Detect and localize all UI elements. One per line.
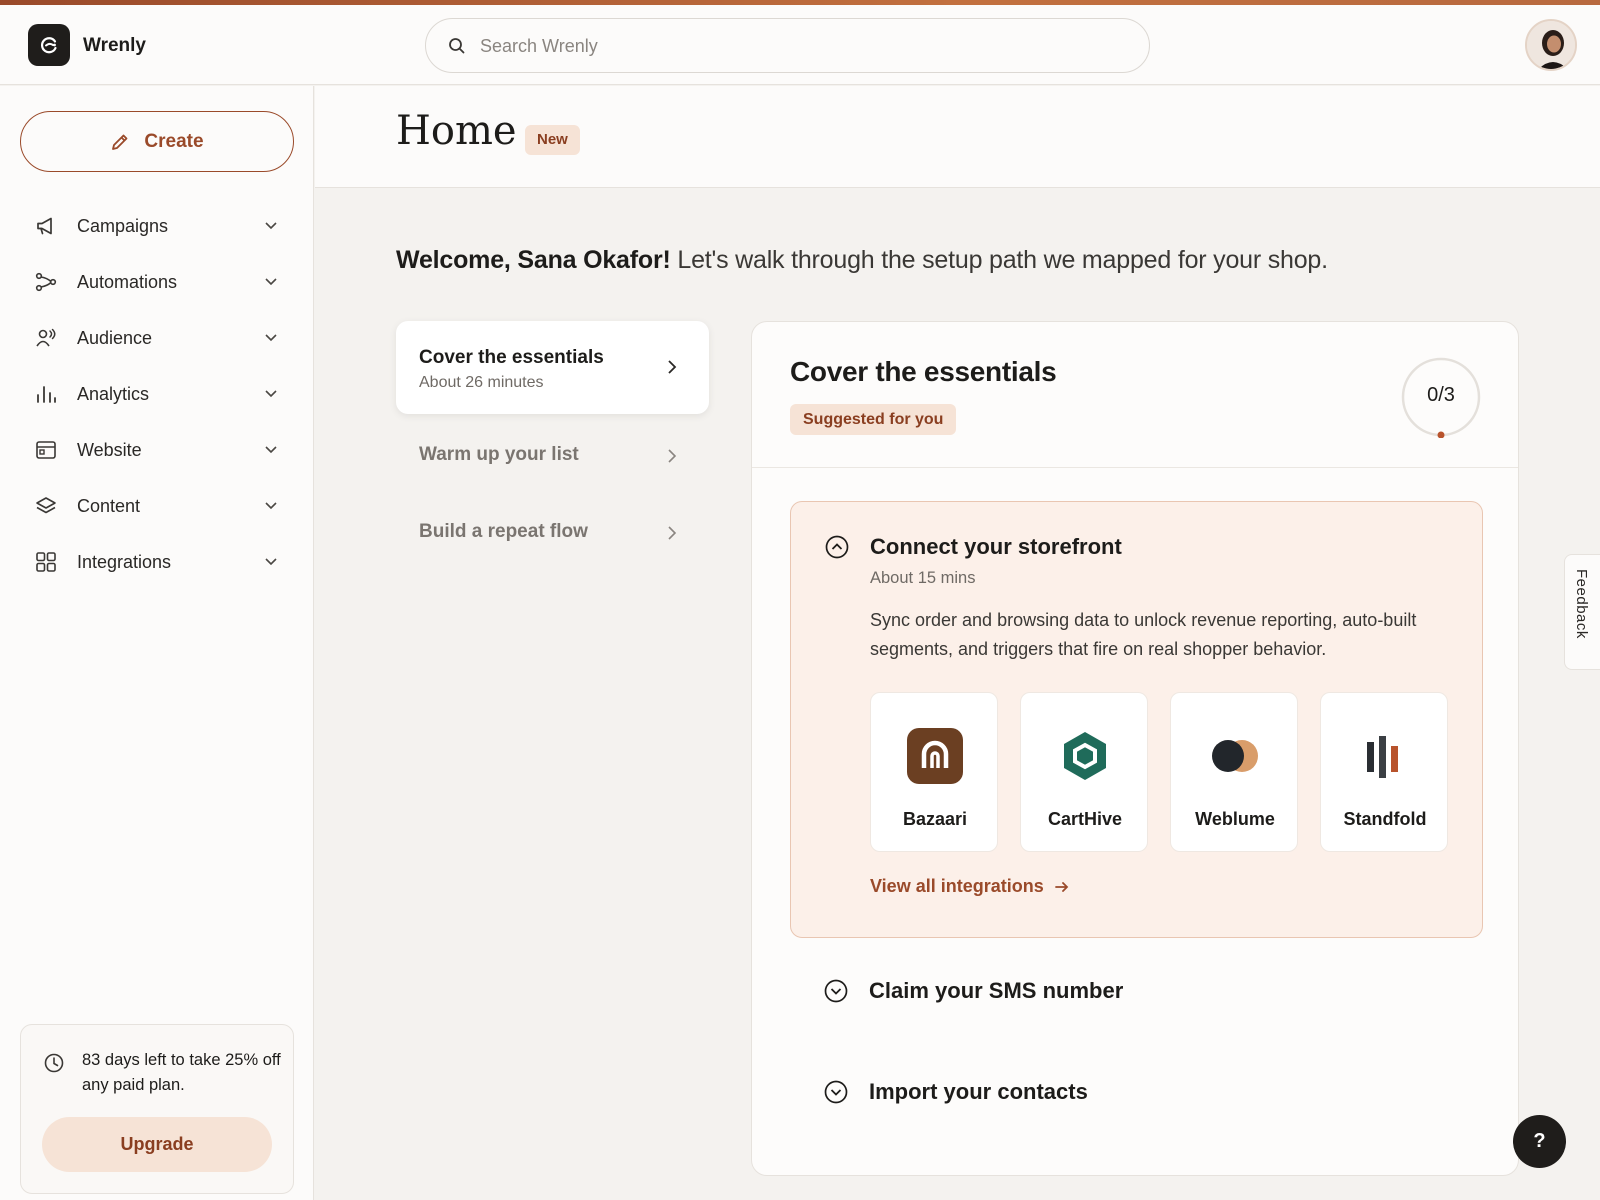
integration-tiles: Bazaari CartHive Weblume Standfold bbox=[870, 692, 1450, 854]
step-title: Build a repeat flow bbox=[419, 521, 588, 542]
grid-icon bbox=[36, 552, 56, 572]
chevron-right-icon bbox=[668, 449, 677, 463]
sidebar-item-label: Website bbox=[77, 440, 142, 460]
view-all-integrations-link[interactable]: View all integrations bbox=[870, 876, 1070, 897]
logo-mark-icon bbox=[40, 37, 57, 54]
task-claim-sms[interactable]: Claim your SMS number bbox=[790, 962, 1483, 1022]
chevron-up-circle-icon[interactable] bbox=[825, 535, 849, 559]
chevron-down-circle-icon bbox=[824, 1080, 848, 1104]
welcome-name: Welcome, Sana Okafor! bbox=[396, 246, 671, 274]
sidebar-nav: Campaigns Automations Audience Analytics… bbox=[0, 198, 313, 590]
clock-icon bbox=[44, 1053, 64, 1073]
new-badge: New bbox=[525, 125, 580, 155]
page-title: Home bbox=[396, 108, 517, 154]
chevron-down-icon bbox=[265, 446, 277, 454]
integration-name: Standfold bbox=[1343, 809, 1427, 829]
chevron-down-icon bbox=[265, 222, 277, 230]
feedback-tab[interactable]: Feedback bbox=[1564, 554, 1600, 670]
avatar-portrait-icon bbox=[1527, 21, 1575, 69]
feedback-label: Feedback bbox=[1573, 569, 1590, 639]
integration-name: Weblume bbox=[1195, 809, 1275, 829]
task-import-contacts[interactable]: Import your contacts bbox=[790, 1063, 1483, 1123]
task-connect-storefront: Connect your storefront About 15 mins Sy… bbox=[790, 501, 1483, 938]
welcome-message: Welcome, Sana Okafor! Let's walk through… bbox=[396, 246, 1328, 275]
chevron-right-icon bbox=[668, 360, 677, 374]
integration-tile-carthive[interactable]: CartHive bbox=[1020, 692, 1148, 852]
bazaari-logo-icon bbox=[906, 727, 964, 785]
step-warm-up-list[interactable]: Warm up your list bbox=[396, 432, 709, 482]
sidebar-item-audience[interactable]: Audience bbox=[0, 310, 313, 366]
arrow-right-icon bbox=[1054, 881, 1068, 892]
task-duration: About 15 mins bbox=[870, 569, 976, 587]
task-title: Connect your storefront bbox=[870, 534, 1122, 559]
chevron-down-icon bbox=[265, 558, 277, 566]
upgrade-promo: 83 days left to take 25% off any paid pl… bbox=[20, 1024, 294, 1194]
sidebar-item-campaigns[interactable]: Campaigns bbox=[0, 198, 313, 254]
sidebar-item-label: Integrations bbox=[77, 552, 172, 572]
flow-icon bbox=[35, 272, 57, 292]
sidebar-item-website[interactable]: Website bbox=[0, 422, 313, 478]
integration-tile-weblume[interactable]: Weblume bbox=[1170, 692, 1298, 852]
top-header: Wrenly bbox=[0, 5, 1600, 85]
sidebar-item-label: Campaigns bbox=[77, 216, 169, 236]
search-bar[interactable] bbox=[425, 18, 1150, 73]
user-avatar[interactable] bbox=[1525, 19, 1577, 71]
sidebar-item-content[interactable]: Content bbox=[0, 478, 313, 534]
browser-window-icon bbox=[36, 441, 56, 459]
divider bbox=[752, 467, 1518, 468]
promo-text: 83 days left to take 25% off any paid pl… bbox=[82, 1051, 281, 1094]
standfold-logo-icon bbox=[1356, 727, 1414, 785]
layers-icon bbox=[36, 497, 56, 514]
integration-name: Bazaari bbox=[902, 809, 968, 829]
welcome-text: Let's walk through the setup path we map… bbox=[677, 246, 1328, 274]
bar-chart-icon bbox=[37, 386, 56, 403]
app-name: Wrenly bbox=[83, 35, 147, 56]
weblume-logo-icon bbox=[1206, 727, 1264, 785]
audience-icon bbox=[36, 328, 56, 347]
sidebar-item-automations[interactable]: Automations bbox=[0, 254, 313, 310]
page-header: Home New bbox=[315, 86, 1600, 188]
search-icon bbox=[449, 38, 465, 54]
step-title: Cover the essentials bbox=[419, 347, 604, 368]
search-input[interactable] bbox=[480, 29, 1120, 63]
create-button[interactable]: Create bbox=[20, 111, 294, 172]
chevron-down-icon bbox=[265, 278, 277, 286]
essentials-card: Cover the essentials Suggested for you 0… bbox=[751, 321, 1519, 1176]
task-description: Sync order and browsing data to unlock r… bbox=[870, 610, 1417, 659]
step-title: Warm up your list bbox=[419, 444, 579, 465]
pencil-icon bbox=[112, 134, 128, 150]
integration-name: CartHive bbox=[1047, 809, 1123, 829]
sidebar: Create Campaigns Automations Audience An… bbox=[0, 86, 314, 1200]
view-all-label: View all integrations bbox=[870, 876, 1044, 896]
sidebar-item-analytics[interactable]: Analytics bbox=[0, 366, 313, 422]
step-cover-essentials[interactable]: Cover the essentials About 26 minutes bbox=[396, 321, 709, 414]
task-title: Import your contacts bbox=[869, 1079, 1088, 1104]
integration-tile-bazaari[interactable]: Bazaari bbox=[870, 692, 998, 852]
create-button-label: Create bbox=[144, 130, 204, 152]
sidebar-item-label: Analytics bbox=[77, 384, 150, 404]
step-build-repeat-flow[interactable]: Build a repeat flow bbox=[396, 509, 709, 559]
upgrade-button[interactable]: Upgrade bbox=[42, 1117, 272, 1172]
chevron-down-circle-icon bbox=[824, 979, 848, 1003]
suggested-badge: Suggested for you bbox=[790, 404, 957, 435]
essentials-title: Cover the essentials bbox=[790, 356, 1057, 387]
help-button[interactable]: ? bbox=[1513, 1115, 1566, 1168]
sidebar-item-integrations[interactable]: Integrations bbox=[0, 534, 313, 590]
megaphone-icon bbox=[37, 217, 52, 235]
task-title: Claim your SMS number bbox=[869, 978, 1124, 1003]
app-logo[interactable] bbox=[28, 24, 70, 66]
chevron-down-icon bbox=[265, 390, 277, 398]
step-duration: About 26 minutes bbox=[419, 374, 544, 391]
sidebar-item-label: Content bbox=[77, 496, 141, 516]
chevron-right-icon bbox=[668, 526, 677, 540]
integration-tile-standfold[interactable]: Standfold bbox=[1320, 692, 1448, 852]
chevron-down-icon bbox=[265, 334, 277, 342]
sidebar-item-label: Audience bbox=[77, 328, 153, 348]
progress-ring: 0/3 bbox=[1400, 356, 1482, 439]
chevron-down-icon bbox=[265, 502, 277, 510]
progress-text: 0/3 bbox=[1427, 384, 1455, 406]
carthive-logo-icon bbox=[1056, 727, 1114, 785]
sidebar-item-label: Automations bbox=[77, 272, 178, 292]
